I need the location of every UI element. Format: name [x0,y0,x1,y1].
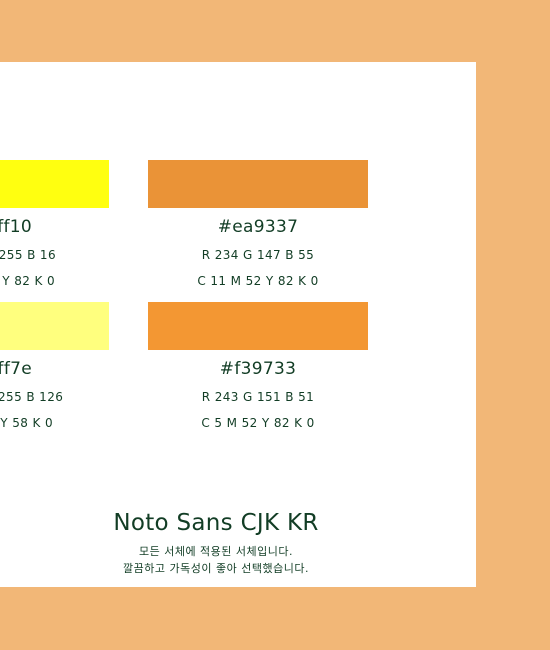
swatch-yellow-hex: ff10 [0,217,32,237]
font-name: Noto Sans CJK KR [113,510,319,536]
swatch-orange-rgb: R 234 G 147 B 55 [201,248,315,262]
swatch-light-yellow [0,302,109,350]
swatch-light-yellow-cmyk: Y 58 K 0 [0,416,53,430]
swatch-bright-orange-hex: #f39733 [219,359,297,379]
swatch-orange-cmyk: C 11 M 52 Y 82 K 0 [197,274,319,288]
swatch-orange [148,160,368,208]
swatch-bright-orange-cmyk: C 5 M 52 Y 82 K 0 [201,416,315,430]
swatch-bright-orange-rgb: R 243 G 151 B 51 [201,390,315,404]
font-description-line2: 깔끔하고 가독성이 좋아 선택했습니다. [123,562,309,575]
swatch-yellow-cmyk: Y 82 K 0 [2,274,55,288]
swatch-light-yellow-hex: ff7e [0,359,32,379]
swatch-orange-hex: #ea9337 [217,217,299,237]
swatch-yellow [0,160,109,208]
swatch-yellow-rgb: 255 B 16 [0,248,56,262]
palette-card: ff10 255 B 16 Y 82 K 0 #ea9337 R 234 G 1… [0,62,476,587]
swatch-light-yellow-rgb: 255 B 126 [0,390,64,404]
swatch-bright-orange [148,302,368,350]
font-description-line1: 모든 서체에 적용된 서체입니다. [138,545,294,558]
